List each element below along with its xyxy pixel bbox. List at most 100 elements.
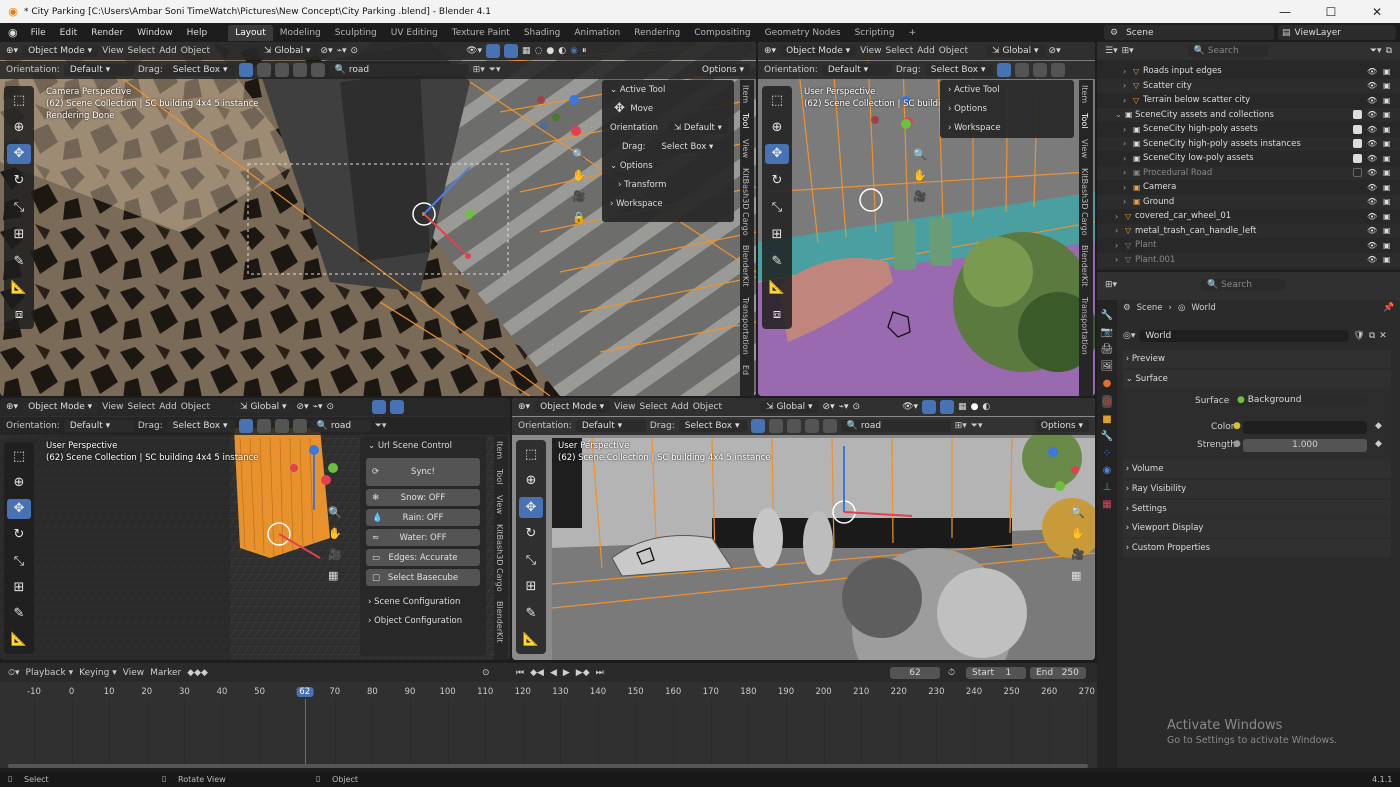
expand-chevron-icon[interactable]: › [1123, 139, 1126, 148]
options-dropdown[interactable]: Options ▾ [695, 64, 750, 76]
color-keyframe-icon[interactable]: ◆ [1375, 421, 1382, 431]
select-mode-invert-icon[interactable] [292, 419, 307, 433]
tab-tool[interactable]: Tool [1079, 108, 1090, 134]
zoom-icon[interactable]: 🔍 [328, 506, 342, 519]
search-field[interactable]: 🔍 road [328, 64, 469, 76]
gizmo-icon[interactable] [372, 400, 387, 414]
strength-field[interactable]: 1.000 [1243, 439, 1367, 452]
pan-hand-icon[interactable]: ✋ [572, 169, 586, 182]
tab-kitbash[interactable]: KitBash3D Cargo [740, 163, 751, 241]
select-mode-extend-icon[interactable] [1014, 63, 1029, 77]
filter-icon[interactable]: ⏷▾ [375, 421, 387, 431]
xray-icon[interactable]: ▦ [522, 46, 531, 56]
object-configuration-header[interactable]: › Object Configuration [360, 611, 486, 630]
editor-type-icon[interactable]: ⊕▾ [764, 46, 776, 56]
move-tool-icon[interactable]: ✥ [765, 143, 789, 165]
sync-button[interactable]: ⟳ Sync! [366, 458, 480, 486]
expand-chevron-icon[interactable]: › [1123, 81, 1126, 90]
select-basecube-button[interactable]: ▢ Select Basecube [366, 569, 480, 586]
object-menu[interactable]: Object [693, 402, 722, 412]
section-settings[interactable]: › Settings [1123, 500, 1391, 518]
select-mode-subtract-icon[interactable] [786, 419, 801, 433]
viewport-bottom-left[interactable]: ⊕▾ Object Mode ▾ View Select Add Object … [0, 398, 510, 660]
tab-view[interactable]: View [1079, 134, 1090, 163]
select-box-tool-icon[interactable]: ⬚ [7, 446, 31, 466]
url-scene-control-header[interactable]: ⌄ Url Scene Control [360, 436, 486, 455]
outliner-row[interactable]: › ▣ SceneCity low-poly assets 👁 ▣ [1097, 151, 1400, 166]
camera-view-icon[interactable]: 🎥 [1071, 548, 1085, 561]
rotate-tool-icon[interactable]: ↻ [519, 524, 543, 545]
section-preview[interactable]: › Preview [1123, 350, 1391, 368]
orientation-dropdown[interactable]: Default ▾ [821, 64, 892, 76]
proportional-edit-icon[interactable]: ⊙ [853, 402, 861, 412]
render-camera-icon[interactable]: ▣ [1383, 96, 1391, 105]
constraints-icon[interactable]: ⊥ [1103, 482, 1112, 493]
menu-render[interactable]: Render [84, 28, 130, 38]
zoom-icon[interactable]: 🔍 [913, 148, 927, 161]
water-toggle[interactable]: ≈ Water: OFF [366, 529, 480, 546]
select-mode-extend-icon[interactable] [256, 63, 271, 77]
active-tool-move[interactable]: ✥ Move [602, 99, 734, 118]
tab-transportation[interactable]: Transportation [740, 292, 751, 360]
object-mode-dropdown[interactable]: Object Mode ▾ [780, 45, 857, 57]
gizmo-icon[interactable] [922, 400, 937, 414]
active-tool-header[interactable]: › Active Tool [940, 80, 1074, 99]
tab-ed[interactable]: Ed [740, 360, 751, 380]
tab-blenderkit[interactable]: BlenderKit [494, 596, 505, 648]
outliner-row[interactable]: › ▽ Plant 👁 ▣ [1097, 238, 1400, 253]
minimize-button[interactable]: — [1262, 0, 1308, 23]
select-menu[interactable]: Select [128, 46, 156, 56]
overlay-icon[interactable] [940, 400, 955, 414]
object-props-icon[interactable]: ■ [1102, 414, 1111, 425]
move-tool-icon[interactable]: ✥ [7, 143, 31, 165]
scale-tool-icon[interactable]: ⤡ [7, 197, 31, 218]
outliner-row[interactable]: ⌄ ▣ SceneCity assets and collections 👁 ▣ [1097, 107, 1400, 122]
color-swatch[interactable] [1243, 421, 1367, 434]
outliner-row[interactable]: › ▣ SceneCity high-poly assets 👁 ▣ [1097, 122, 1400, 137]
overlay-icon[interactable] [390, 400, 405, 414]
transform-tool-icon[interactable]: ⊞ [7, 577, 31, 597]
select-mode-new-icon[interactable] [238, 63, 253, 77]
section-surface[interactable]: ⌄ Surface [1123, 370, 1391, 388]
expand-chevron-icon[interactable]: › [1123, 154, 1126, 163]
add-workspace-button[interactable]: + [902, 25, 924, 41]
scale-tool-icon[interactable]: ⤡ [765, 197, 789, 218]
select-mode-new-icon[interactable] [238, 419, 253, 433]
render-camera-icon[interactable]: ▣ [1383, 139, 1391, 148]
expand-chevron-icon[interactable]: › [1123, 197, 1126, 206]
render-camera-icon[interactable]: ▣ [1383, 67, 1391, 76]
annotate-tool-icon[interactable]: ✎ [765, 251, 789, 272]
view-menu[interactable]: View [614, 402, 635, 412]
tab-blenderkit[interactable]: BlenderKit [740, 240, 751, 292]
select-mode-new-icon[interactable] [750, 419, 765, 433]
rotate-tool-icon[interactable]: ↻ [7, 170, 31, 191]
lock-camera-icon[interactable]: 🔒 [572, 211, 586, 224]
snow-toggle[interactable]: ❄ Snow: OFF [366, 489, 480, 506]
transform-tool-icon[interactable]: ⊞ [7, 224, 31, 245]
expand-chevron-icon[interactable]: › [1115, 241, 1118, 250]
pause-render-icon[interactable]: ⏸ [582, 46, 587, 56]
annotate-tool-icon[interactable]: ✎ [7, 251, 31, 272]
visibility-eye-icon[interactable]: 👁 [1367, 125, 1377, 134]
pan-hand-icon[interactable]: ✋ [913, 169, 927, 182]
modifiers-icon[interactable]: 🔧 [1101, 431, 1113, 442]
object-mode-dropdown[interactable]: Object Mode ▾ [22, 45, 99, 57]
shading-material-icon[interactable]: ◐ [558, 46, 566, 56]
fake-user-icon[interactable]: 🛡 [1353, 331, 1364, 341]
visibility-eye-icon[interactable]: 👁 [1367, 241, 1377, 250]
zoom-icon[interactable]: 🔍 [1071, 506, 1085, 519]
pivot-icon[interactable]: ⊘▾ [297, 402, 309, 412]
properties-search[interactable]: 🔍 Search [1201, 279, 1285, 291]
expand-chevron-icon[interactable]: › [1123, 67, 1126, 76]
select-mode-extend-icon[interactable] [768, 419, 783, 433]
select-mode-subtract-icon[interactable] [1032, 63, 1047, 77]
outliner-row[interactable]: › ▽ covered_car_wheel_01 👁 ▣ [1097, 209, 1400, 224]
filter-icon[interactable]: ⏷▾ [971, 421, 983, 431]
transform-subpanel[interactable]: › Transform [602, 175, 734, 194]
world-type-icon[interactable]: ◎▾ [1123, 331, 1135, 341]
move-tool-icon[interactable]: ✥ [7, 498, 31, 519]
visibility-eye-icon[interactable]: 👁 [1367, 226, 1377, 235]
render-camera-icon[interactable]: ▣ [1383, 255, 1391, 264]
gizmo-toggle-icon[interactable]: 👁▾ [466, 46, 482, 56]
drag-dropdown[interactable]: Select Box ▾ [678, 420, 747, 432]
